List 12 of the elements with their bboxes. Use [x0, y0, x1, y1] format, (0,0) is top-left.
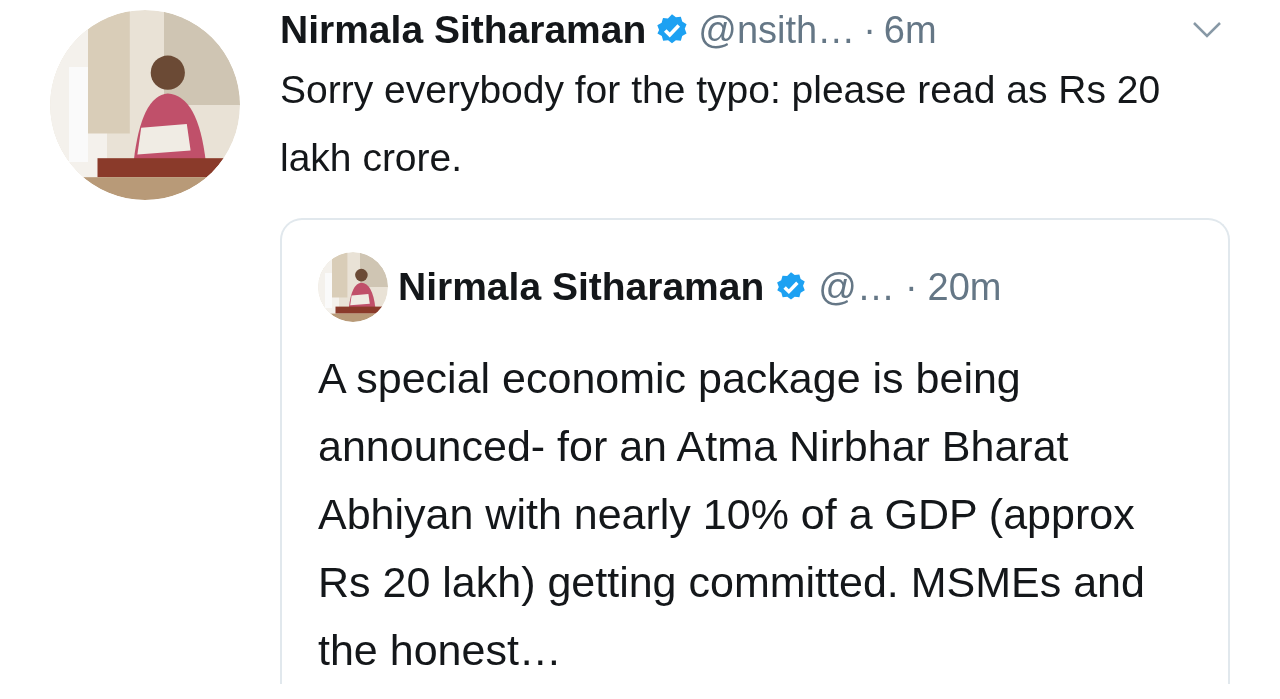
tweet-text: Sorry everybody for the typo: please read as Rs 20 lakh crore.: [280, 67, 1162, 181]
quoted-tweet-card[interactable]: Nirmala Sitharaman @… · 20m A special economic package is being announced- for an Atma Nirbhar Bharat Abhiyan with nearly 10% of a GDP (approx Rs 20 lakh) getting committed. MSMEs and the honest…: [280, 218, 1230, 684]
author-handle: @nsith…: [698, 8, 856, 52]
quoted-tweet-text: A special economic package is being announced- for an Atma Nirbhar Bharat Abhiyan with nearly 10% of a GDP (approx Rs 20 lakh) getting committed. MSMEs and the honest…: [318, 353, 1146, 676]
timestamp[interactable]: 6m: [883, 8, 937, 52]
separator-dot: ·: [904, 265, 918, 309]
author-name[interactable]: Nirmala Sitharaman: [280, 8, 647, 52]
author-name[interactable]: Nirmala Sitharaman: [398, 265, 765, 309]
chevron-down-icon[interactable]: [1192, 21, 1222, 39]
timestamp[interactable]: 20m: [927, 265, 1002, 309]
author-handle: @…: [818, 265, 895, 309]
separator-dot: ·: [863, 8, 876, 52]
